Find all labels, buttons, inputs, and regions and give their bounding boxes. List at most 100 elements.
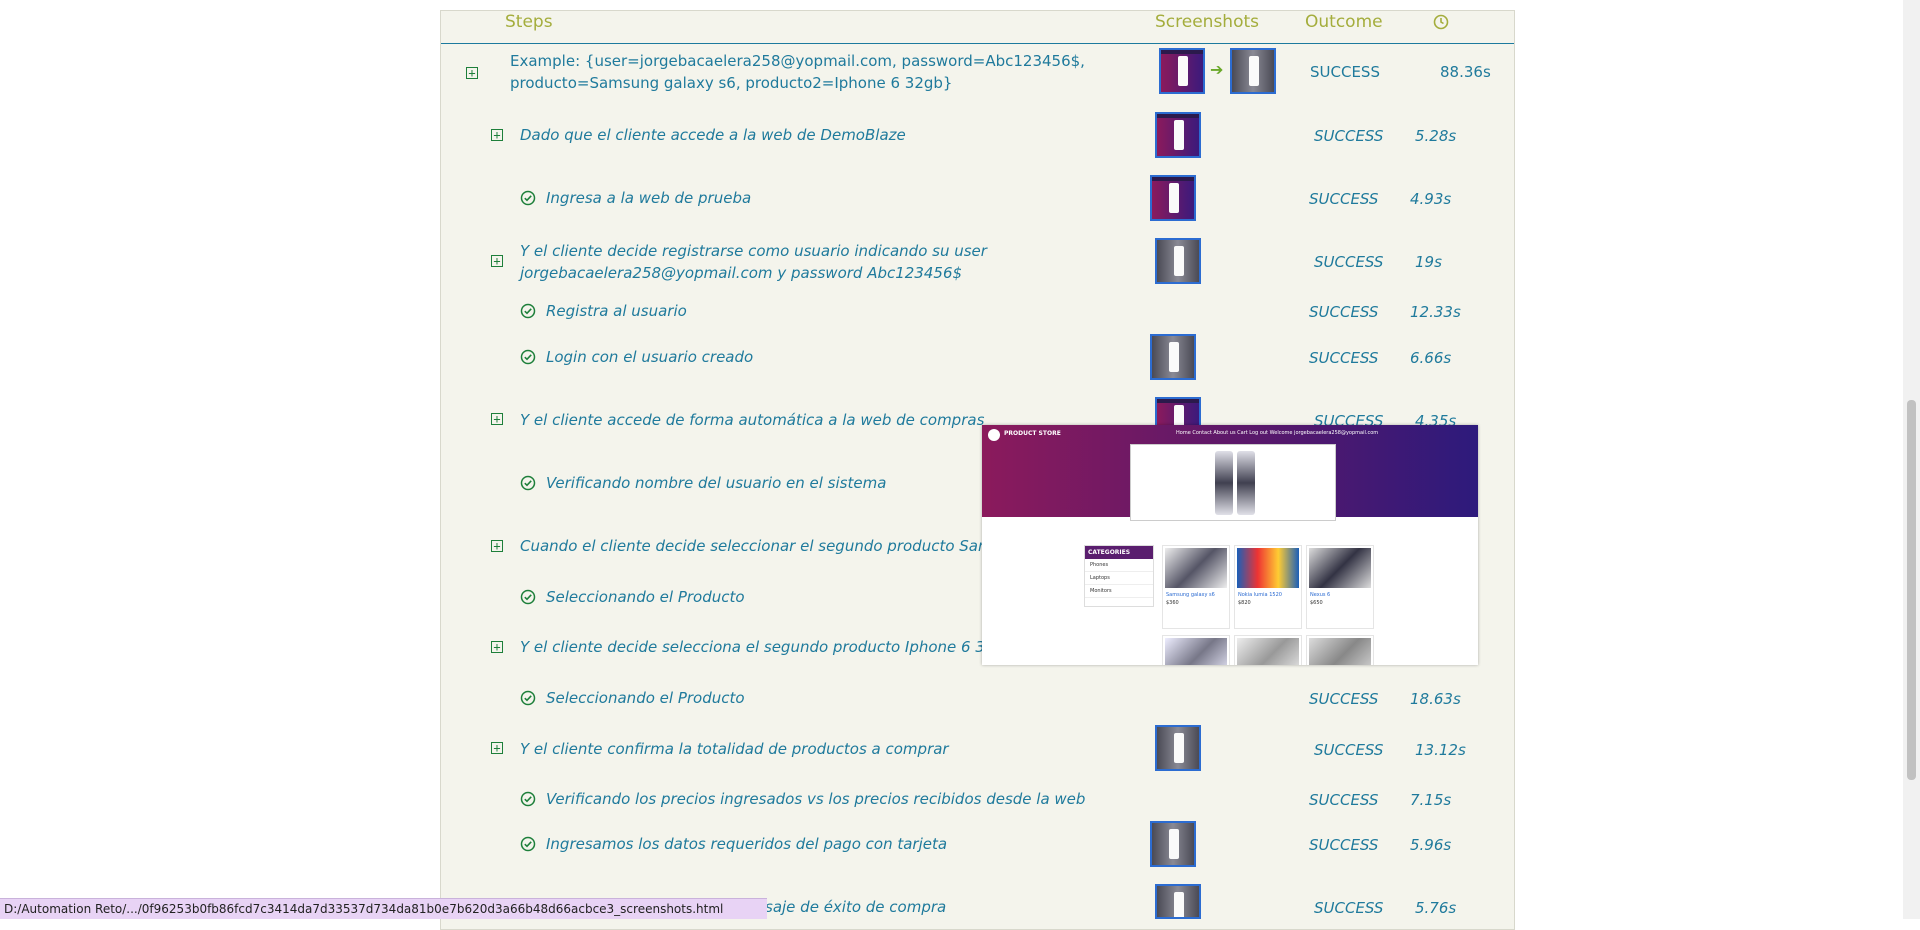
browser-status-bar: D:/Automation Reto/.../0f96253b0fb86fcd7… xyxy=(0,898,767,919)
screenshots-header: Screenshots xyxy=(1155,12,1260,32)
product-card xyxy=(1306,635,1374,665)
product-image xyxy=(1237,548,1299,588)
step-text: Login con el usuario creado xyxy=(546,348,754,366)
category-item: Phones xyxy=(1085,559,1153,572)
expand-step-icon[interactable]: + xyxy=(491,413,503,425)
step-duration: 13.12s xyxy=(1415,741,1466,759)
product-image xyxy=(1309,548,1371,588)
step-text: Y el cliente accede de forma automática … xyxy=(520,411,985,429)
expand-step-icon[interactable]: + xyxy=(491,540,503,552)
step-outcome: SUCCESS xyxy=(1309,190,1379,208)
step-outcome: SUCCESS xyxy=(1309,836,1379,854)
table-header: Steps Screenshots Outcome xyxy=(441,10,1514,44)
step-outcome: SUCCESS xyxy=(1309,791,1379,809)
step-text: Seleccionando el Producto xyxy=(546,588,745,606)
step-text: Y el cliente decide selecciona el segund… xyxy=(520,638,1014,656)
category-item: Laptops xyxy=(1085,572,1153,585)
screenshot-preview-popup: PRODUCT STORE Home Contact About us Cart… xyxy=(982,425,1478,665)
arrow-right-icon: ➔ xyxy=(1210,60,1224,79)
product-card: Samsung galaxy s6 $360 xyxy=(1162,545,1230,629)
step-text: Cuando el cliente decide seleccionar el … xyxy=(520,537,1020,555)
example-outcome: SUCCESS xyxy=(1310,63,1380,81)
product-image xyxy=(1237,638,1299,665)
screenshot-thumbnail[interactable] xyxy=(1155,884,1201,919)
screenshot-thumbnail[interactable] xyxy=(1155,238,1201,284)
product-card: Nexus 6 $650 xyxy=(1306,545,1374,629)
step-text: Verificando los precios ingresados vs lo… xyxy=(546,790,1086,808)
step-text: Y el cliente confirma la totalidad de pr… xyxy=(520,740,949,758)
product-title: Samsung galaxy s6 xyxy=(1166,592,1215,598)
steps-header: Steps xyxy=(505,12,553,32)
check-circle-icon xyxy=(520,475,536,491)
check-circle-icon xyxy=(520,690,536,706)
expand-step-icon[interactable]: + xyxy=(491,742,503,754)
outcome-header: Outcome xyxy=(1305,12,1383,32)
product-title: Nokia lumia 1520 xyxy=(1238,592,1282,598)
step-duration: 18.63s xyxy=(1410,690,1461,708)
check-circle-icon xyxy=(520,589,536,605)
step-text: Ingresa a la web de prueba xyxy=(546,189,752,207)
step-text: Verificando nombre del usuario en el sis… xyxy=(546,474,887,492)
step-duration: 5.76s xyxy=(1415,899,1457,917)
step-duration: 4.93s xyxy=(1410,190,1452,208)
step-duration: 5.96s xyxy=(1410,836,1452,854)
category-item: Monitors xyxy=(1085,585,1153,598)
example-duration: 88.36s xyxy=(1440,63,1491,81)
check-circle-icon xyxy=(520,791,536,807)
product-card xyxy=(1162,635,1230,665)
step-duration: 5.28s xyxy=(1415,127,1457,145)
screenshot-thumbnail[interactable] xyxy=(1230,48,1276,94)
step-text: Dado que el cliente accede a la web de D… xyxy=(520,126,906,144)
step-outcome: SUCCESS xyxy=(1309,690,1379,708)
store-nav: Home Contact About us Cart Log out Welco… xyxy=(1176,430,1379,436)
step-text: Y el cliente decide registrarse como usu… xyxy=(520,242,987,260)
product-price: $360 xyxy=(1166,600,1179,606)
step-outcome: SUCCESS xyxy=(1314,899,1384,917)
check-circle-icon xyxy=(520,190,536,206)
step-duration: 7.15s xyxy=(1410,791,1452,809)
expand-step-icon[interactable]: + xyxy=(491,129,503,141)
step-duration: 19s xyxy=(1415,253,1442,271)
phone-image xyxy=(1215,451,1233,515)
product-card: Nokia lumia 1520 $820 xyxy=(1234,545,1302,629)
screenshot-thumbnail[interactable] xyxy=(1159,48,1205,94)
step-outcome: SUCCESS xyxy=(1309,349,1379,367)
check-circle-icon xyxy=(520,349,536,365)
vertical-scrollbar[interactable] xyxy=(1903,0,1920,919)
expand-step-icon[interactable]: + xyxy=(491,255,503,267)
screenshot-thumbnail[interactable] xyxy=(1150,175,1196,221)
product-price: $820 xyxy=(1238,600,1251,606)
product-title: Nexus 6 xyxy=(1310,592,1331,598)
expand-step-icon[interactable]: + xyxy=(491,641,503,653)
step-text: saje de éxito de compra xyxy=(765,898,947,916)
check-circle-icon xyxy=(520,303,536,319)
step-outcome: SUCCESS xyxy=(1309,303,1379,321)
check-circle-icon xyxy=(520,836,536,852)
step-outcome: SUCCESS xyxy=(1314,253,1384,271)
scrollbar-thumb[interactable] xyxy=(1907,400,1916,780)
product-price: $650 xyxy=(1310,600,1323,606)
screenshot-thumbnail[interactable] xyxy=(1155,112,1201,158)
product-image xyxy=(1165,638,1227,665)
store-brand: PRODUCT STORE xyxy=(1004,430,1061,437)
example-line2: producto=Samsung galaxy s6, producto2=Ip… xyxy=(510,74,953,92)
screenshot-thumbnail[interactable] xyxy=(1150,334,1196,380)
step-outcome: SUCCESS xyxy=(1314,741,1384,759)
screenshot-thumbnail[interactable] xyxy=(1155,725,1201,771)
product-image xyxy=(1309,638,1371,665)
step-duration: 6.66s xyxy=(1410,349,1452,367)
product-image xyxy=(1165,548,1227,588)
product-card xyxy=(1234,635,1302,665)
example-line1: Example: {user=jorgebacaelera258@yopmail… xyxy=(510,52,1085,70)
step-duration: 12.33s xyxy=(1410,303,1461,321)
categories-title: CATEGORIES xyxy=(1085,546,1153,559)
expand-example-icon[interactable]: + xyxy=(466,67,478,79)
store-logo-icon xyxy=(988,429,1000,441)
screenshot-thumbnail[interactable] xyxy=(1150,821,1196,867)
clock-icon xyxy=(1433,14,1449,30)
phone-image xyxy=(1237,451,1255,515)
step-text: Ingresamos los datos requeridos del pago… xyxy=(546,835,948,853)
step-outcome: SUCCESS xyxy=(1314,127,1384,145)
step-text-line2: jorgebacaelera258@yopmail.com y password… xyxy=(520,264,963,282)
categories-box: CATEGORIES Phones Laptops Monitors xyxy=(1084,545,1154,607)
